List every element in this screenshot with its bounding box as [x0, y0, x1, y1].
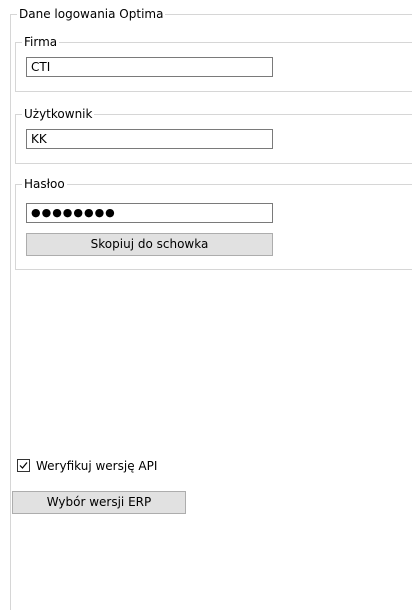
erp-version-button[interactable]: Wybór wersji ERP: [12, 491, 186, 514]
user-groupbox: Użytkownik KK: [15, 106, 412, 164]
firma-groupbox: Firma CTI: [15, 34, 412, 92]
checkmark-icon: [19, 462, 28, 469]
login-groupbox: Dane logowania Optima: [10, 6, 412, 610]
verify-api-label: Weryfikuj wersję API: [36, 459, 158, 473]
password-groupbox: Hasłoo ●●●●●●●● Skopiuj do schowka: [15, 176, 412, 270]
user-label: Użytkownik: [22, 106, 95, 122]
user-input[interactable]: KK: [26, 129, 273, 149]
password-input[interactable]: ●●●●●●●●: [26, 203, 273, 223]
login-group-title: Dane logowania Optima: [17, 6, 166, 22]
firma-label: Firma: [22, 34, 60, 50]
copy-to-clipboard-button[interactable]: Skopiuj do schowka: [26, 233, 273, 256]
verify-api-checkbox[interactable]: [17, 459, 30, 472]
password-label: Hasłoo: [22, 176, 67, 192]
firma-input[interactable]: CTI: [26, 57, 273, 77]
